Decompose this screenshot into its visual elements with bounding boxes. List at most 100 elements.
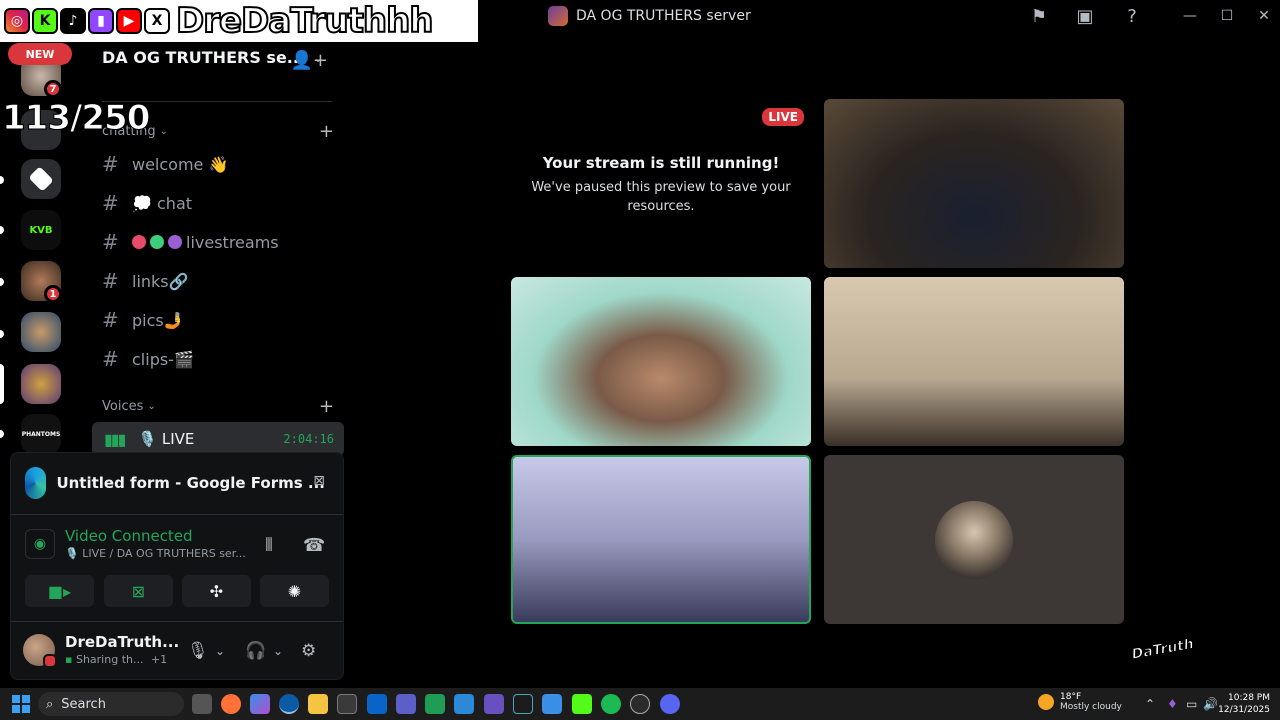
- user-status-text: Sharing th...: [75, 653, 144, 666]
- headphones-icon[interactable]: 🎧: [245, 641, 266, 661]
- screen-share-button[interactable]: ⊠: [104, 575, 173, 607]
- server-icon-3[interactable]: [21, 159, 61, 199]
- network-icon[interactable]: ▭: [1186, 697, 1197, 711]
- chevron-down-icon[interactable]: ⌄: [273, 644, 283, 658]
- chevron-up-icon[interactable]: ⌃: [1145, 697, 1155, 711]
- server-icon-6[interactable]: [21, 364, 61, 404]
- live-badge: LIVE: [762, 108, 804, 126]
- streamer-watermark-logo: DaTruth: [1130, 636, 1196, 664]
- instagram-icon: ◎: [4, 8, 30, 34]
- voice-channel-label: 🎙️ LIVE: [138, 430, 195, 448]
- server-icon-5[interactable]: [21, 312, 61, 352]
- text-channel-icon: #: [102, 230, 119, 254]
- channel-label: livestreams: [186, 232, 279, 252]
- shared-window-row[interactable]: Untitled form - Google Forms ... ⊠: [25, 467, 325, 499]
- channel-livestreams[interactable]: # livestreams: [102, 226, 279, 258]
- store-icon[interactable]: [337, 694, 357, 714]
- video-tile-1[interactable]: [824, 99, 1124, 268]
- voice-channel-live[interactable]: ▮▮▮ 🎙️ LIVE 2:04:16: [92, 422, 344, 456]
- x-icon: X: [144, 8, 170, 34]
- noise-suppression-icon[interactable]: ⦀: [265, 535, 273, 556]
- camera-icon: ■▸: [47, 581, 72, 601]
- firefox-icon[interactable]: [221, 694, 241, 714]
- shared-window-title: Untitled form - Google Forms ...: [56, 474, 325, 492]
- user-status: ▪ Sharing th... +1: [65, 653, 179, 666]
- rail-unread-dot: [0, 330, 4, 338]
- category-voices[interactable]: Voices ⌄ +: [102, 396, 334, 417]
- rail-unread-dot: [0, 430, 4, 438]
- red-circle-icon: [132, 235, 146, 249]
- app-icon[interactable]: [542, 694, 562, 714]
- maximize-icon[interactable]: ☐: [1217, 6, 1237, 26]
- volume-icon[interactable]: 🔊: [1203, 697, 1218, 711]
- activities-icon: ✣: [209, 581, 224, 601]
- invite-people-icon[interactable]: 👤+: [291, 50, 329, 71]
- flag-icon[interactable]: ⚑: [1028, 5, 1050, 27]
- spotify-icon[interactable]: [601, 694, 621, 714]
- task-view-icon[interactable]: [192, 694, 212, 714]
- video-tile-5[interactable]: [824, 455, 1124, 624]
- server-title-avatar: [548, 6, 568, 26]
- voice-connected-title: Video Connected: [65, 527, 193, 545]
- activities-button[interactable]: ✣: [182, 575, 251, 607]
- channel-chat[interactable]: # 💭 chat: [102, 187, 192, 219]
- app-icon[interactable]: [454, 694, 474, 714]
- copilot-icon[interactable]: [250, 694, 270, 714]
- tray-app-icon[interactable]: ♦: [1167, 697, 1178, 711]
- edge-browser-icon: [25, 467, 47, 499]
- disconnect-icon[interactable]: ☎: [303, 535, 325, 556]
- edge-icon[interactable]: [279, 694, 299, 714]
- app-icon[interactable]: [425, 694, 445, 714]
- channel-links[interactable]: # links🔗: [102, 265, 189, 297]
- channel-clips[interactable]: # clips-🎬: [102, 343, 194, 375]
- app-icon[interactable]: [513, 694, 533, 714]
- obs-icon[interactable]: [630, 694, 650, 714]
- video-tile-2[interactable]: [511, 277, 811, 446]
- taskbar-search[interactable]: ⌕ Search: [38, 692, 184, 716]
- kick-app-icon[interactable]: [572, 694, 592, 714]
- add-channel-icon[interactable]: +: [319, 121, 334, 142]
- weather-widget[interactable]: 18°F Mostly cloudy: [1038, 692, 1122, 712]
- system-clock[interactable]: 10:28 PM 12/31/2025: [1218, 692, 1270, 716]
- soundboard-button[interactable]: ✺: [260, 575, 329, 607]
- youtube-icon: ▶: [116, 8, 142, 34]
- stop-share-icon[interactable]: ⊠: [313, 473, 325, 489]
- category-label: Voices: [102, 399, 144, 414]
- voice-connection-status: ◉ Video Connected 🎙️ LIVE / DA OG TRUTHE…: [25, 527, 246, 560]
- microphone-icon[interactable]: 🎙: [187, 641, 209, 661]
- teams-icon[interactable]: [396, 694, 416, 714]
- server-icon-kvb[interactable]: KVB: [21, 210, 61, 250]
- video-tile-3[interactable]: [824, 277, 1124, 446]
- app-icon[interactable]: [484, 694, 504, 714]
- voice-user-panel: Untitled form - Google Forms ... ⊠ ◉ Vid…: [10, 452, 344, 680]
- channel-welcome[interactable]: # welcome 👋: [102, 148, 228, 180]
- outlook-icon[interactable]: [367, 694, 387, 714]
- tiktok-icon: ♪: [60, 8, 86, 34]
- camera-button[interactable]: ■▸: [25, 575, 94, 607]
- rail-unread-dot: [0, 278, 4, 286]
- chevron-down-icon[interactable]: ⌄: [215, 644, 225, 658]
- new-badge[interactable]: NEW: [8, 43, 72, 65]
- screen-share-icon: ⊠: [131, 581, 146, 601]
- gear-icon[interactable]: ⚙: [301, 641, 316, 661]
- help-icon[interactable]: ?: [1121, 5, 1143, 27]
- channel-label: pics🤳: [132, 310, 184, 330]
- video-tile-4-speaking[interactable]: [511, 455, 811, 624]
- channel-label: links🔗: [132, 271, 189, 291]
- chevron-down-icon: ⌄: [147, 401, 156, 412]
- inbox-icon[interactable]: ▣: [1074, 5, 1096, 27]
- rail-unread-dot: [0, 176, 4, 184]
- rail-unread-dot: [0, 226, 4, 234]
- windows-taskbar: ⌕ Search 18°F Mostly cloudy ⌃ ♦ ▭ 🔊 10:2…: [0, 688, 1280, 720]
- windows-start-icon[interactable]: [12, 695, 30, 713]
- discord-icon[interactable]: [660, 694, 680, 714]
- server-icon-phantoms[interactable]: PHANTOMS: [21, 414, 61, 454]
- channel-pics[interactable]: # pics🤳: [102, 304, 184, 336]
- close-icon[interactable]: ✕: [1254, 6, 1274, 26]
- add-channel-icon[interactable]: +: [319, 396, 334, 417]
- user-info[interactable]: DreDaTruth... ▪ Sharing th... +1: [23, 633, 179, 668]
- text-channel-icon: #: [102, 191, 119, 215]
- goal-counter: 113/250: [1, 98, 150, 139]
- file-explorer-icon[interactable]: [308, 694, 328, 714]
- minimize-icon[interactable]: —: [1180, 6, 1200, 26]
